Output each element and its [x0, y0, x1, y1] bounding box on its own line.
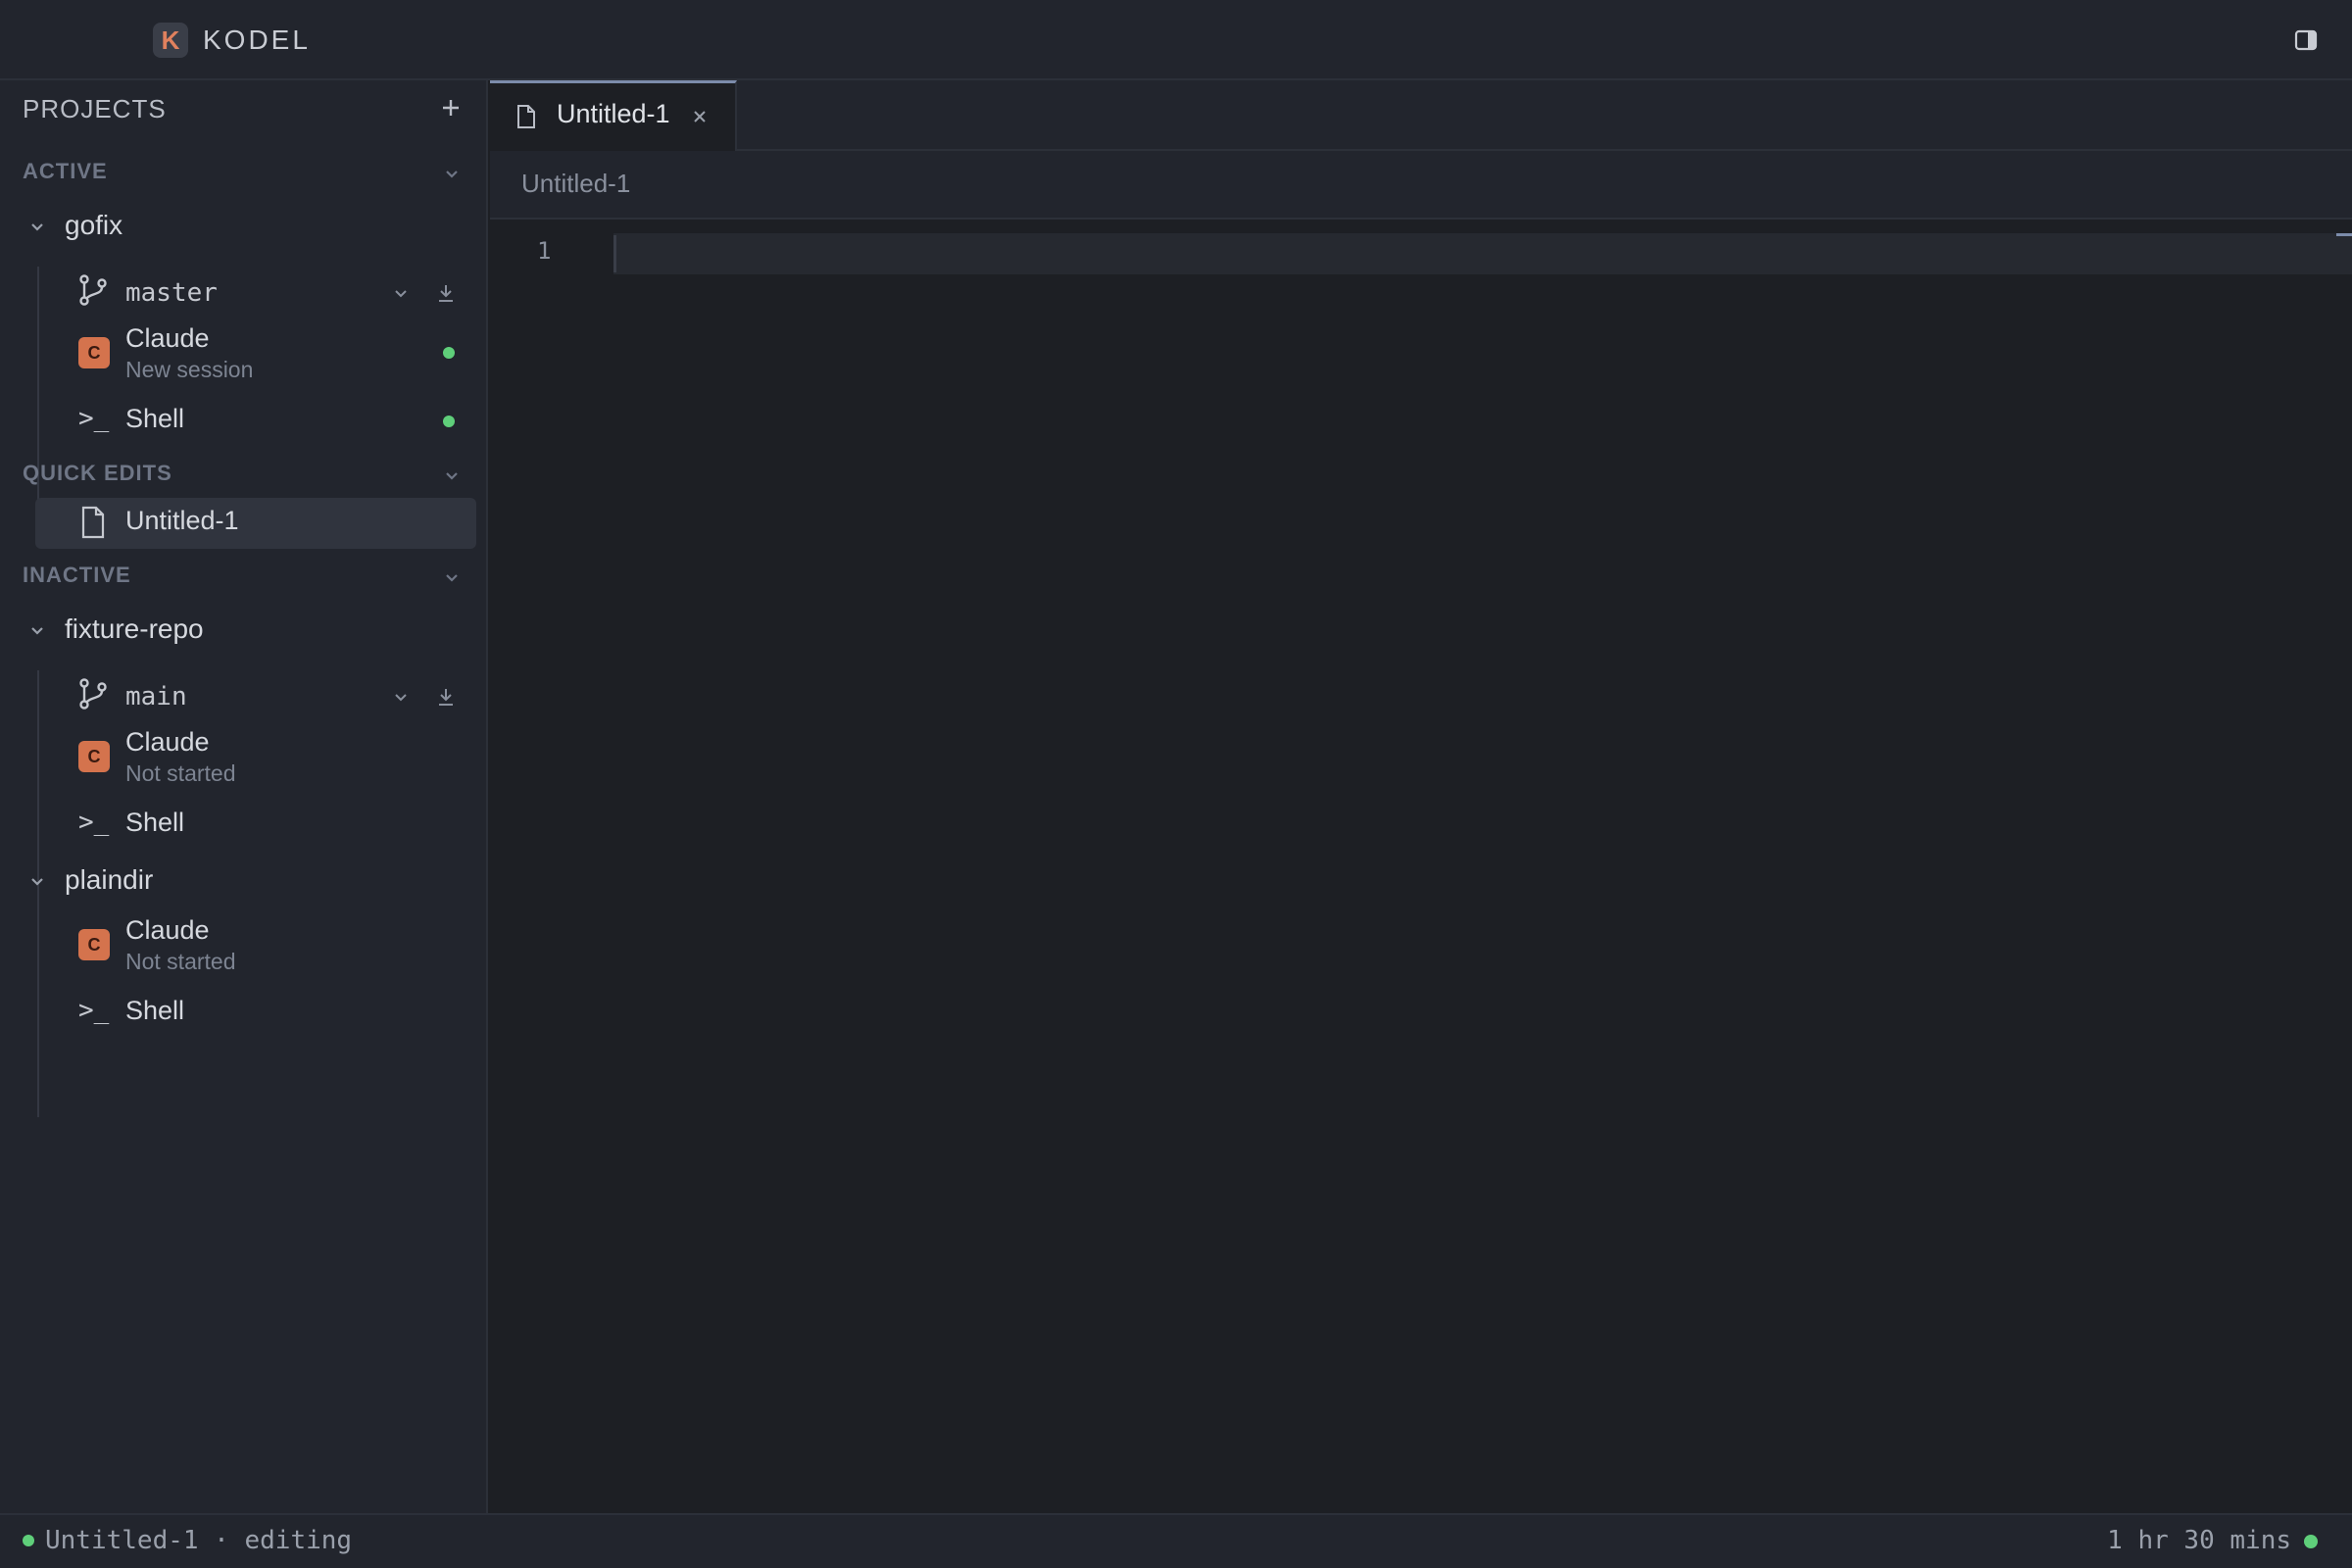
breadcrumb-bar: Untitled-1: [490, 151, 2352, 220]
shell-row[interactable]: >_ Shell: [35, 990, 476, 1035]
status-dot: [443, 347, 455, 359]
project-name: plaindir: [65, 864, 154, 895]
claude-status: New session: [125, 357, 254, 382]
claude-label: Claude: [125, 727, 210, 757]
branch-chevron-icon[interactable]: [392, 689, 410, 707]
claude-label: Claude: [125, 915, 210, 945]
tab-label: Untitled-1: [557, 99, 670, 128]
claude-status: Not started: [125, 949, 236, 974]
project-gofix[interactable]: gofix: [0, 206, 480, 249]
project-name: fixture-repo: [65, 613, 204, 644]
section-quick-edits: QUICK EDITS: [23, 461, 172, 485]
tab-untitled-1[interactable]: Untitled-1: [490, 80, 737, 151]
pull-icon[interactable]: [435, 282, 457, 304]
status-dot: [443, 416, 455, 427]
session-timer: 1 hr 30 mins: [2107, 1526, 2291, 1555]
terminal-icon: >_: [78, 404, 110, 433]
shell-label: Shell: [125, 808, 185, 837]
status-dot: [2304, 1535, 2318, 1548]
breadcrumb[interactable]: Untitled-1: [521, 169, 630, 199]
current-line-highlight: [613, 233, 2352, 274]
text-cursor: [613, 235, 616, 272]
claude-label: Claude: [125, 323, 210, 353]
app-logo: K: [153, 23, 188, 58]
claude-icon: C: [78, 337, 110, 368]
shell-row[interactable]: >_ Shell: [35, 398, 476, 443]
chevron-down-icon[interactable]: [27, 621, 47, 641]
shell-label: Shell: [125, 404, 185, 433]
add-project-button[interactable]: [439, 96, 463, 120]
pull-icon[interactable]: [435, 686, 457, 708]
panel-toggle-icon[interactable]: [2293, 27, 2319, 53]
close-icon[interactable]: [692, 109, 708, 124]
claude-icon: C: [78, 929, 110, 960]
shell-label: Shell: [125, 996, 185, 1025]
terminal-icon: >_: [78, 808, 110, 837]
status-dot: [23, 1535, 34, 1546]
git-branch-icon: [76, 677, 110, 710]
branch-row[interactable]: main: [35, 670, 476, 725]
app-name: KODEL: [203, 24, 311, 55]
chevron-down-icon[interactable]: [27, 872, 47, 892]
claude-status: Not started: [125, 760, 236, 786]
quick-edit-file-name: Untitled-1: [125, 506, 239, 535]
claude-session-row[interactable]: C Claude Not started: [35, 915, 476, 978]
claude-session-row[interactable]: C Claude New session: [35, 323, 476, 386]
projects-title: PROJECTS: [23, 94, 167, 123]
tab-bar: Untitled-1: [490, 80, 2352, 151]
git-branch-icon: [76, 273, 110, 307]
line-number: 1: [537, 237, 552, 265]
status-file-state: Untitled-1 · editing: [45, 1526, 353, 1555]
chevron-down-icon[interactable]: [442, 568, 462, 588]
branch-name: main: [125, 682, 187, 711]
file-icon: [80, 506, 106, 539]
shell-row[interactable]: >_ Shell: [35, 802, 476, 847]
claude-icon: C: [78, 741, 110, 772]
section-inactive: INACTIVE: [23, 563, 131, 587]
quick-edit-file-row[interactable]: Untitled-1: [35, 498, 476, 549]
branch-row[interactable]: master: [35, 267, 476, 321]
branch-chevron-icon[interactable]: [392, 285, 410, 303]
project-fixture-repo[interactable]: fixture-repo: [0, 610, 480, 653]
chevron-down-icon[interactable]: [27, 218, 47, 237]
chevron-down-icon[interactable]: [442, 165, 462, 184]
file-icon: [515, 104, 537, 129]
code-editor[interactable]: 1: [490, 220, 2352, 1513]
section-active: ACTIVE: [23, 159, 108, 183]
project-name: gofix: [65, 210, 123, 240]
project-plaindir[interactable]: plaindir: [0, 860, 480, 904]
terminal-icon: >_: [78, 996, 110, 1025]
scrollbar-marker[interactable]: [2336, 233, 2352, 236]
branch-name: master: [125, 278, 218, 308]
sidebar: PROJECTS ACTIVE gofix master C Claude Ne…: [0, 80, 488, 1513]
status-bar: Untitled-1 · editing 1 hr 30 mins: [0, 1513, 2352, 1568]
claude-session-row[interactable]: C Claude Not started: [35, 727, 476, 790]
chevron-down-icon[interactable]: [442, 466, 462, 486]
title-bar: K KODEL: [0, 0, 2352, 80]
